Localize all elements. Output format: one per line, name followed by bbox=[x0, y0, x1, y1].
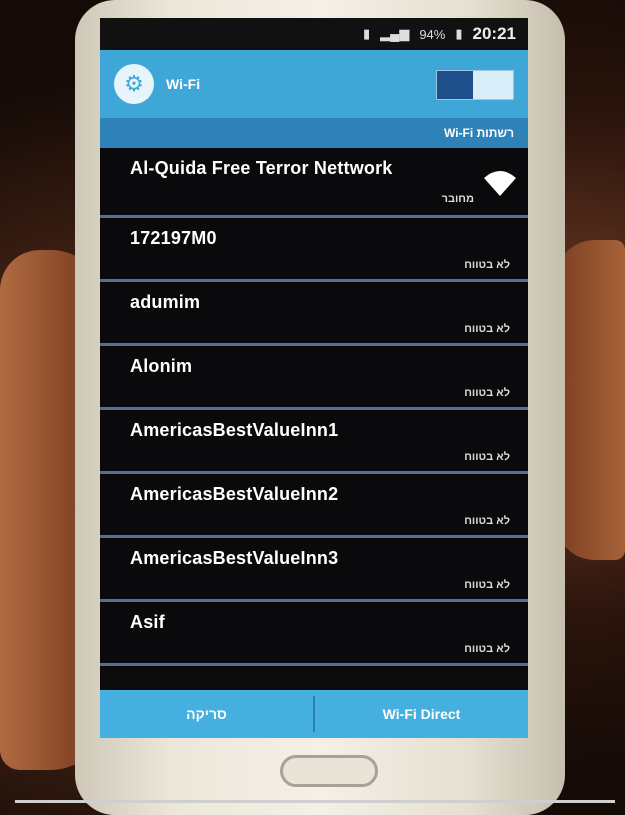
signal-icon: ▂▄▆ bbox=[380, 26, 410, 41]
section-header: Wi-Fi רשתות bbox=[100, 118, 528, 148]
network-name: adumim bbox=[130, 292, 201, 312]
phone-screen: ▮ ▂▄▆ 94% ▮ 20:21 ⚙ Wi-Fi Wi-Fi רשתות Al… bbox=[100, 18, 528, 738]
status-bar: ▮ ▂▄▆ 94% ▮ 20:21 bbox=[100, 18, 528, 50]
battery-label: 94% bbox=[419, 26, 446, 42]
network-item[interactable]: Alonim לא בטווח bbox=[100, 346, 528, 410]
wifi-signal-icon bbox=[484, 171, 516, 196]
wifi-direct-button[interactable]: Wi-Fi Direct bbox=[315, 690, 528, 738]
network-status: לא בטווח bbox=[464, 579, 510, 591]
bottom-bar: סריקה Wi-Fi Direct bbox=[100, 690, 528, 738]
network-item[interactable]: Asif לא בטווח bbox=[100, 602, 528, 666]
battery-icon: ▮ bbox=[455, 26, 463, 41]
network-status: לא בטווח bbox=[464, 643, 510, 655]
network-item[interactable]: AmericasBestValueInn2 לא בטווח bbox=[100, 474, 528, 538]
network-item[interactable]: 172197M0 לא בטווח bbox=[100, 218, 528, 282]
network-name: AmericasBestValueInn2 bbox=[130, 484, 339, 504]
network-status: לא בטווח bbox=[464, 515, 510, 527]
network-name: AmericasBestValueInn3 bbox=[130, 548, 339, 568]
network-name: Al-Quida Free Terror Nettwork bbox=[130, 158, 393, 178]
network-status: לא בטווח bbox=[464, 323, 510, 335]
network-status: לא בטווח bbox=[464, 387, 510, 399]
network-item[interactable]: Al-Quida Free Terror Nettwork מחובר bbox=[100, 148, 528, 218]
action-bar-title: Wi-Fi bbox=[166, 76, 201, 92]
network-item[interactable]: AmericasBestValueInn3 לא בטווח bbox=[100, 538, 528, 602]
network-status: לא בטווח bbox=[464, 259, 510, 271]
network-list: Al-Quida Free Terror Nettwork מחובר 1721… bbox=[100, 148, 528, 666]
network-name: 172197M0 bbox=[130, 228, 217, 248]
status-time: 20:21 bbox=[472, 24, 516, 43]
toggle-knob bbox=[437, 71, 473, 99]
home-button[interactable] bbox=[280, 755, 378, 787]
scan-button[interactable]: סריקה bbox=[100, 690, 313, 738]
wifi-toggle[interactable] bbox=[436, 70, 514, 100]
hand-right bbox=[555, 240, 625, 560]
network-item[interactable]: AmericasBestValueInn1 לא בטווח bbox=[100, 410, 528, 474]
network-status: מחובר bbox=[441, 193, 474, 205]
action-bar: ⚙ Wi-Fi bbox=[100, 50, 528, 118]
network-name: Asif bbox=[130, 612, 165, 632]
network-status: לא בטווח bbox=[464, 451, 510, 463]
notification-icon: ▮ bbox=[362, 26, 371, 41]
frame-bottom-edge bbox=[15, 800, 615, 803]
network-name: Alonim bbox=[130, 356, 193, 376]
network-item[interactable]: adumim לא בטווח bbox=[100, 282, 528, 346]
network-name: AmericasBestValueInn1 bbox=[130, 420, 339, 440]
settings-app-icon[interactable]: ⚙ bbox=[114, 64, 154, 104]
